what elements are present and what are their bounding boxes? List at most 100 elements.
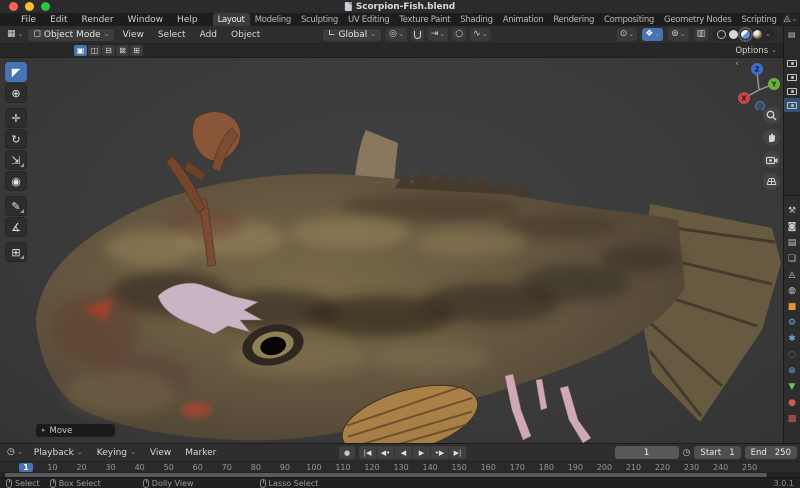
workspace-tab[interactable]: Shading xyxy=(455,13,497,26)
prev-keyframe-button[interactable]: ◀• xyxy=(377,446,395,459)
cursor-tool[interactable]: ⊕ xyxy=(5,83,27,103)
menu-item[interactable]: Help xyxy=(170,15,205,25)
timeline-ruler[interactable]: 1 10203040506070809010011012013014015016… xyxy=(0,461,800,472)
workspace-tab[interactable]: Scripting xyxy=(737,13,782,26)
pivot-point-selector[interactable]: ◎ ⌄ xyxy=(386,28,407,41)
play-button[interactable]: ▶ xyxy=(413,446,431,459)
sidebar-toggle-arrow[interactable]: ‹ xyxy=(735,59,739,69)
next-keyframe-button[interactable]: •▶ xyxy=(431,446,449,459)
jump-to-start-button[interactable]: |◀ xyxy=(359,446,377,459)
zoom-window-button[interactable] xyxy=(41,2,50,11)
workspace-tab[interactable]: Modeling xyxy=(250,13,296,26)
viewport-menu-item[interactable]: View xyxy=(115,30,150,40)
proportional-falloff-selector[interactable]: ∿ ⌄ xyxy=(470,28,490,41)
tab-object[interactable]: ■ xyxy=(784,299,800,315)
tab-texture[interactable]: ▩ xyxy=(784,411,800,427)
orientation-selector[interactable]: ∟ Global ⌄ xyxy=(322,28,382,42)
jump-to-end-button[interactable]: ▶| xyxy=(449,446,467,459)
editor-type-button[interactable]: ▦ ⌄ xyxy=(0,30,27,39)
rotate-tool[interactable]: ↻ xyxy=(5,129,27,149)
timecode-icon[interactable]: ◷ xyxy=(683,448,691,458)
start-frame-field[interactable]: Start 1 xyxy=(694,446,740,459)
options-dropdown[interactable]: Options ⌄ xyxy=(735,46,777,56)
timeline-menu-item[interactable]: Playback ⌄ xyxy=(27,448,90,458)
minimize-window-button[interactable] xyxy=(25,2,34,11)
current-frame-field[interactable]: 1 xyxy=(615,446,679,459)
xray-toggle[interactable]: ▥ xyxy=(694,28,709,41)
workspace-tab[interactable]: Texture Paint xyxy=(394,13,455,26)
shading-material-preview-button[interactable] xyxy=(741,30,750,39)
shading-wireframe-button[interactable] xyxy=(717,30,726,39)
menu-item[interactable]: Window xyxy=(121,15,171,25)
tab-material[interactable]: ● xyxy=(784,395,800,411)
scale-tool[interactable]: ⇲ xyxy=(5,150,27,170)
workspace-tab[interactable]: Rendering xyxy=(548,13,599,26)
select-mode-subtract[interactable]: ⊟ xyxy=(102,45,115,56)
workspace-tab[interactable]: Compositing xyxy=(599,13,659,26)
perspective-ortho-button[interactable] xyxy=(763,173,780,190)
proportional-edit-toggle[interactable]: ○ xyxy=(452,28,466,41)
shading-solid-button[interactable] xyxy=(729,30,738,39)
tab-modifiers[interactable]: ⚙ xyxy=(784,315,800,331)
scene-browse-button[interactable]: ◬ ⌄ xyxy=(782,14,800,25)
transform-tool[interactable]: ◉ xyxy=(5,171,27,191)
outliner-filter-icon[interactable]: ▤ xyxy=(788,30,796,39)
workspace-tab[interactable]: Animation xyxy=(498,13,549,26)
mode-selector[interactable]: ◻ Object Mode ⌄ xyxy=(27,28,115,42)
menu-item[interactable]: Render xyxy=(75,15,121,25)
move-tool[interactable]: ✛ xyxy=(5,108,27,128)
show-gizmos-toggle[interactable]: ❖ ⌄ xyxy=(642,28,663,41)
render-visibility-camera[interactable] xyxy=(784,84,800,98)
pan-button[interactable] xyxy=(763,129,780,146)
annotate-tool[interactable]: ✎ xyxy=(5,196,27,216)
auto-keying-button[interactable]: ● xyxy=(339,446,355,459)
viewport-menu-item[interactable]: Object xyxy=(224,30,267,40)
operator-redo-panel[interactable]: ▸ Move xyxy=(36,424,115,437)
select-mode-new[interactable]: ▣ xyxy=(74,45,87,56)
tab-tool[interactable]: ⚒ xyxy=(784,203,800,219)
tab-output[interactable]: ▤ xyxy=(784,235,800,251)
viewport-menu-item[interactable]: Add xyxy=(193,30,224,40)
tab-scene[interactable]: ◬ xyxy=(784,267,800,283)
viewport-3d[interactable]: ◤⊕ ✛↻⇲◉ ✎∡ ⊞ Z X Y xyxy=(0,58,783,443)
menu-item[interactable]: Edit xyxy=(43,15,74,25)
workspace-tab[interactable]: Layout xyxy=(213,13,250,26)
render-visibility-camera[interactable] xyxy=(784,98,800,112)
select-mode-intersect[interactable]: ⊞ xyxy=(130,45,143,56)
render-visibility-camera[interactable] xyxy=(784,70,800,84)
select-mode-invert[interactable]: ⊠ xyxy=(116,45,129,56)
viewport-menu-item[interactable]: Select xyxy=(151,30,193,40)
show-overlays-toggle[interactable]: ⊚ ⌄ xyxy=(668,28,688,41)
scrollbar-thumb[interactable] xyxy=(5,473,767,477)
tab-physics[interactable]: ◌ xyxy=(784,347,800,363)
tab-world[interactable]: ◍ xyxy=(784,283,800,299)
timeline-menu-item[interactable]: Keying ⌄ xyxy=(90,448,143,458)
scorpion-fish-model[interactable] xyxy=(0,58,783,443)
snap-toggle[interactable] xyxy=(411,28,424,41)
tab-particles[interactable]: ✱ xyxy=(784,331,800,347)
add-cube-tool[interactable]: ⊞ xyxy=(5,242,27,262)
shading-rendered-button[interactable] xyxy=(753,30,762,39)
tab-render[interactable]: ◙ xyxy=(784,219,800,235)
workspace-tab[interactable]: Geometry Nodes xyxy=(659,13,737,26)
select-box-tool[interactable]: ◤ xyxy=(5,62,27,82)
render-visibility-camera[interactable] xyxy=(784,56,800,70)
object-visibility-selector[interactable]: ⊙ ⌄ xyxy=(617,28,637,41)
menu-item[interactable]: File xyxy=(14,15,43,25)
select-mode-extend[interactable]: ◫ xyxy=(88,45,101,56)
play-reverse-button[interactable]: ◀ xyxy=(395,446,413,459)
workspace-tab[interactable]: UV Editing xyxy=(343,13,394,26)
playhead[interactable]: 1 xyxy=(19,463,33,472)
tab-constraints[interactable]: ⊗ xyxy=(784,363,800,379)
measure-tool[interactable]: ∡ xyxy=(5,217,27,237)
zoom-button[interactable] xyxy=(763,107,780,124)
navigation-gizmo[interactable]: Z X Y xyxy=(736,60,782,110)
timeline-editor-type-button[interactable]: ◷ ⌄ xyxy=(0,448,27,457)
tab-view-layer[interactable]: ❏ xyxy=(784,251,800,267)
end-frame-field[interactable]: End 250 xyxy=(745,446,797,459)
tab-data[interactable]: ▼ xyxy=(784,379,800,395)
timeline-menu-item[interactable]: View xyxy=(143,448,178,458)
close-window-button[interactable] xyxy=(9,2,18,11)
workspace-tab[interactable]: Sculpting xyxy=(296,13,343,26)
camera-view-button[interactable] xyxy=(763,151,780,168)
